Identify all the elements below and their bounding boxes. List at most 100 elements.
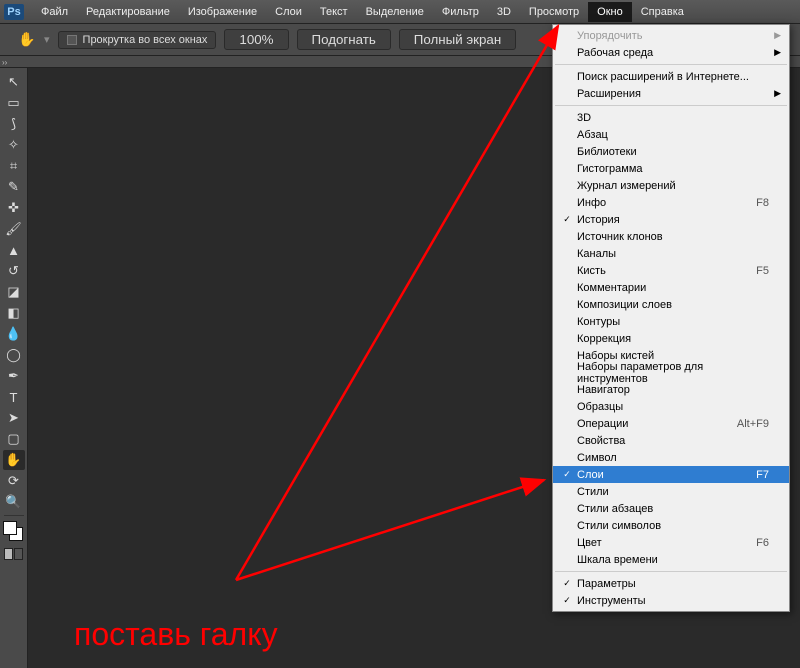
menu-фильтр[interactable]: Фильтр — [433, 2, 488, 22]
menu-выделение[interactable]: Выделение — [357, 2, 433, 22]
menu-item-label: Коррекция — [577, 333, 769, 345]
stamp-tool[interactable]: ▲ — [3, 240, 25, 260]
menu-item-стили-символов[interactable]: Стили символов — [553, 517, 789, 534]
menu-item-label: Каналы — [577, 248, 769, 260]
menu-item-инструменты[interactable]: ✓Инструменты — [553, 592, 789, 609]
menu-item-журнал-измерений[interactable]: Журнал измерений — [553, 177, 789, 194]
eraser-tool[interactable]: ◪ — [3, 282, 25, 302]
menu-item-образцы[interactable]: Образцы — [553, 398, 789, 415]
hand-icon: ✋ — [18, 31, 36, 49]
check-icon: ✓ — [557, 214, 577, 225]
scroll-all-windows-checkbox[interactable]: Прокрутка во всех окнах — [58, 31, 217, 49]
menu-item-свойства[interactable]: Свойства — [553, 432, 789, 449]
menu-item-комментарии[interactable]: Комментарии — [553, 279, 789, 296]
menu-item-цвет[interactable]: ЦветF6 — [553, 534, 789, 551]
menu-item-библиотеки[interactable]: Библиотеки — [553, 143, 789, 160]
menu-текст[interactable]: Текст — [311, 2, 357, 22]
menu-item-поиск-расширений-в-интернете...[interactable]: Поиск расширений в Интернете... — [553, 68, 789, 85]
menu-item-label: Комментарии — [577, 282, 769, 294]
shape-tool[interactable]: ▢ — [3, 429, 25, 449]
menu-изображение[interactable]: Изображение — [179, 2, 266, 22]
menu-separator — [555, 571, 787, 572]
submenu-arrow-icon: ▶ — [774, 47, 781, 58]
menu-item-label: Абзац — [577, 129, 769, 141]
menu-item-label: Упорядочить — [577, 30, 769, 42]
menu-item-шкала-времени[interactable]: Шкала времени — [553, 551, 789, 568]
brush-tool[interactable]: 🖌 — [3, 219, 25, 239]
menu-item-label: Кисть — [577, 265, 756, 277]
menu-item-label: Шкала времени — [577, 554, 769, 566]
toolbar: ↖▭⟆✧⌗✎✜🖌▲↺◪◧💧◯✒T➤▢✋⟳🔍 — [0, 68, 28, 668]
menubar: Ps ФайлРедактированиеИзображениеСлоиТекс… — [0, 0, 800, 24]
menu-item-label: Операции — [577, 418, 737, 430]
menu-item-label: Гистограмма — [577, 163, 769, 175]
menu-item-стили[interactable]: Стили — [553, 483, 789, 500]
eyedropper-tool[interactable]: ✎ — [3, 177, 25, 197]
history-brush-tool[interactable]: ↺ — [3, 261, 25, 281]
menu-item-слои[interactable]: ✓СлоиF7 — [553, 466, 789, 483]
type-tool[interactable]: T — [3, 387, 25, 407]
menu-item-label: Контуры — [577, 316, 769, 328]
menu-item-shortcut: Alt+F9 — [737, 418, 769, 430]
marquee-tool[interactable]: ▭ — [3, 93, 25, 113]
move-tool[interactable]: ↖ — [3, 72, 25, 92]
menu-item-контуры[interactable]: Контуры — [553, 313, 789, 330]
menu-item-параметры[interactable]: ✓Параметры — [553, 575, 789, 592]
menu-item-источник-клонов[interactable]: Источник клонов — [553, 228, 789, 245]
menu-окно[interactable]: Окно — [588, 2, 632, 22]
menu-item-label: Цвет — [577, 537, 756, 549]
menu-item-символ[interactable]: Символ — [553, 449, 789, 466]
menu-item-инфо[interactable]: ИнфоF8 — [553, 194, 789, 211]
menu-item-label: Журнал измерений — [577, 180, 769, 192]
menu-item-label: Стили — [577, 486, 769, 498]
menu-item-label: Поиск расширений в Интернете... — [577, 71, 769, 83]
menu-item-shortcut: F6 — [756, 537, 769, 549]
scroll-all-windows-label: Прокрутка во всех окнах — [83, 34, 208, 46]
menu-item-3d[interactable]: 3D — [553, 109, 789, 126]
lasso-tool[interactable]: ⟆ — [3, 114, 25, 134]
menu-item-label: 3D — [577, 112, 769, 124]
dodge-tool[interactable]: ◯ — [3, 345, 25, 365]
color-swatches[interactable] — [3, 521, 25, 543]
annotation-text: поставь галку — [74, 616, 278, 653]
zoom-tool[interactable]: 🔍 — [3, 492, 25, 512]
crop-tool[interactable]: ⌗ — [3, 156, 25, 176]
menu-item-гистограмма[interactable]: Гистограмма — [553, 160, 789, 177]
quick-mask-buttons[interactable] — [4, 548, 23, 560]
menu-item-наборы-параметров-для-инструментов[interactable]: Наборы параметров для инструментов — [553, 364, 789, 381]
magic-wand-tool[interactable]: ✧ — [3, 135, 25, 155]
menu-item-история[interactable]: ✓История — [553, 211, 789, 228]
menu-item-кисть[interactable]: КистьF5 — [553, 262, 789, 279]
menu-просмотр[interactable]: Просмотр — [520, 2, 588, 22]
menu-item-коррекция[interactable]: Коррекция — [553, 330, 789, 347]
menu-item-навигатор[interactable]: Навигатор — [553, 381, 789, 398]
menu-item-shortcut: F7 — [756, 469, 769, 481]
full-screen-button[interactable]: Полный экран — [399, 29, 516, 50]
menu-item-label: Стили абзацев — [577, 503, 769, 515]
menu-item-абзац[interactable]: Абзац — [553, 126, 789, 143]
menu-item-композиции-слоев[interactable]: Композиции слоев — [553, 296, 789, 313]
rotate-view-tool[interactable]: ⟳ — [3, 471, 25, 491]
menu-справка[interactable]: Справка — [632, 2, 693, 22]
menu-item-каналы[interactable]: Каналы — [553, 245, 789, 262]
fit-screen-button[interactable]: Подогнать — [297, 29, 391, 50]
pen-tool[interactable]: ✒ — [3, 366, 25, 386]
menu-3d[interactable]: 3D — [488, 2, 520, 22]
gradient-tool[interactable]: ◧ — [3, 303, 25, 323]
menu-separator — [555, 105, 787, 106]
menu-item-рабочая-среда[interactable]: Рабочая среда▶ — [553, 44, 789, 61]
menu-item-label: Слои — [577, 469, 756, 481]
healing-brush-tool[interactable]: ✜ — [3, 198, 25, 218]
menu-item-операции[interactable]: ОперацииAlt+F9 — [553, 415, 789, 432]
menu-редактирование[interactable]: Редактирование — [77, 2, 179, 22]
menu-item-расширения[interactable]: Расширения▶ — [553, 85, 789, 102]
submenu-arrow-icon: ▶ — [774, 88, 781, 99]
path-selection-tool[interactable]: ➤ — [3, 408, 25, 428]
blur-tool[interactable]: 💧 — [3, 324, 25, 344]
menu-слои[interactable]: Слои — [266, 2, 311, 22]
menu-файл[interactable]: Файл — [32, 2, 77, 22]
zoom-100-button[interactable]: 100% — [224, 29, 288, 50]
menu-item-label: Символ — [577, 452, 769, 464]
menu-item-стили-абзацев[interactable]: Стили абзацев — [553, 500, 789, 517]
hand-tool[interactable]: ✋ — [3, 450, 25, 470]
